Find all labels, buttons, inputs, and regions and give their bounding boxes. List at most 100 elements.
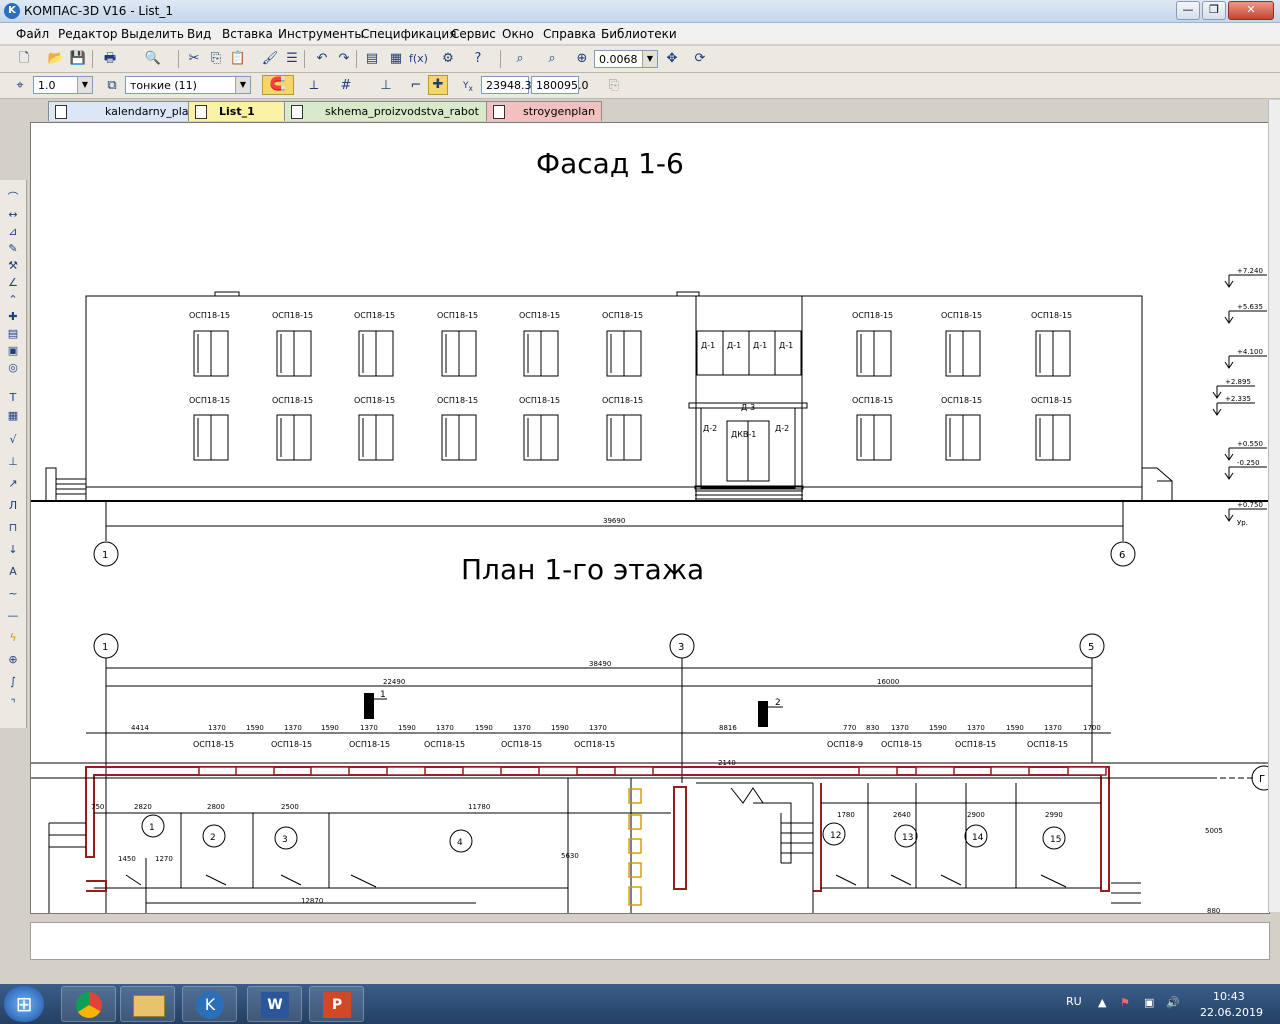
- start-button[interactable]: ⊞: [4, 986, 44, 1022]
- clock-time[interactable]: 10:43: [1213, 990, 1245, 1003]
- clock-date[interactable]: 22.06.2019: [1200, 1006, 1263, 1019]
- menu-help[interactable]: Справка: [543, 27, 596, 41]
- manager-icon[interactable]: ▤: [362, 49, 382, 69]
- step-field[interactable]: 1.0 ▼: [33, 76, 93, 94]
- volume-icon[interactable]: 🔊: [1166, 996, 1180, 1009]
- powerpoint-taskbar-button[interactable]: P: [309, 986, 364, 1022]
- dimensions-icon[interactable]: ↔: [5, 207, 21, 222]
- zoom-field[interactable]: 0.0068 ▼: [594, 50, 658, 68]
- lightning-icon[interactable]: ϟ: [5, 630, 21, 645]
- undo-icon[interactable]: ↶: [312, 49, 332, 69]
- kompas-icon: K: [196, 991, 224, 1019]
- local-cs-icon[interactable]: ⊥: [376, 76, 396, 96]
- maximize-button[interactable]: ❐: [1202, 1, 1226, 20]
- snap-magnet-icon[interactable]: 🧲: [262, 75, 294, 95]
- explorer-taskbar-button[interactable]: [120, 986, 175, 1022]
- menu-service[interactable]: Сервис: [451, 27, 496, 41]
- line-icon[interactable]: —: [5, 608, 21, 623]
- redo-icon[interactable]: ↷: [334, 49, 354, 69]
- corner-icon[interactable]: ⌝: [5, 696, 21, 711]
- tab-skhema[interactable]: skhema_proizvodstva_rabot: [284, 101, 490, 121]
- text-icon[interactable]: T: [5, 390, 21, 405]
- section-line-icon[interactable]: ⊓: [5, 520, 21, 535]
- center-mark-icon[interactable]: ⊕: [5, 652, 21, 667]
- menu-file[interactable]: Файл: [16, 27, 49, 41]
- menu-select[interactable]: Выделить: [121, 27, 184, 41]
- roughness-icon[interactable]: √: [5, 432, 21, 447]
- plan-dimensions: [86, 658, 1111, 913]
- tray-app-icon[interactable]: ▣: [1144, 996, 1154, 1009]
- tab-stroygenplan[interactable]: stroygenplan: [486, 101, 602, 121]
- zoom-window-icon[interactable]: ⌕: [542, 49, 562, 69]
- format-painter-icon[interactable]: 🖌: [260, 49, 280, 69]
- select-icon[interactable]: ⌃: [5, 292, 21, 307]
- close-button[interactable]: ✕: [1228, 1, 1274, 20]
- spline-icon[interactable]: ∫: [5, 674, 21, 689]
- zoom-in-icon[interactable]: ⊕: [572, 49, 592, 69]
- menu-spec[interactable]: Спецификация: [361, 27, 456, 41]
- cut-icon[interactable]: ✂: [184, 49, 204, 69]
- view-icon[interactable]: ◎: [5, 360, 21, 375]
- properties-icon[interactable]: ☰: [282, 49, 302, 69]
- help-pointer-icon[interactable]: ?: [468, 49, 488, 69]
- line-style-dropdown-icon[interactable]: ▼: [235, 77, 250, 93]
- base-icon[interactable]: ⊥: [5, 454, 21, 469]
- wave-line-icon[interactable]: ~: [5, 586, 21, 601]
- language-indicator[interactable]: RU: [1066, 995, 1082, 1008]
- menu-libraries[interactable]: Библиотеки: [601, 27, 677, 41]
- menu-editor[interactable]: Редактор: [58, 27, 117, 41]
- edit-icon[interactable]: ✎: [5, 241, 21, 256]
- spec-icon[interactable]: ✚: [5, 309, 21, 324]
- tray-arrow-icon[interactable]: ▲: [1098, 996, 1106, 1009]
- zoom-fit-icon[interactable]: ⌕: [510, 49, 530, 69]
- kompas-taskbar-button[interactable]: K: [182, 986, 237, 1022]
- drawing-canvas[interactable]: Фасад 1-6 ОСП18-15 ОСП18-15 ОСП18-15 ОСП18-…: [30, 122, 1270, 914]
- chrome-taskbar-button[interactable]: [61, 986, 116, 1022]
- menu-tools[interactable]: Инструменты: [278, 27, 364, 41]
- measure-icon[interactable]: ∠: [5, 275, 21, 290]
- coord-y-field[interactable]: 180095.0: [531, 76, 589, 94]
- round-icon[interactable]: ⌐: [406, 76, 426, 96]
- cursor-snap-icon[interactable]: ✚: [428, 75, 448, 95]
- layer-icon[interactable]: ⧉: [102, 76, 122, 96]
- arrow-view-icon[interactable]: ↓: [5, 542, 21, 557]
- menu-insert[interactable]: Вставка: [222, 27, 273, 41]
- designations-icon[interactable]: ⊿: [5, 224, 21, 239]
- minimize-button[interactable]: —: [1176, 1, 1200, 20]
- zoom-dropdown-icon[interactable]: ▼: [642, 51, 657, 67]
- network-error-icon[interactable]: ⚑: [1120, 996, 1130, 1009]
- variables-icon[interactable]: ▦: [386, 49, 406, 69]
- pan-icon[interactable]: ✥: [662, 49, 682, 69]
- geometry-icon[interactable]: ⌒: [5, 190, 21, 205]
- print-icon[interactable]: 🖶: [100, 49, 120, 69]
- refresh-icon[interactable]: ⟳: [690, 49, 710, 69]
- axis-icon[interactable]: A: [5, 564, 21, 579]
- position-icon[interactable]: Л: [5, 498, 21, 513]
- copy-icon[interactable]: ⎘: [206, 49, 226, 69]
- coord-x-field[interactable]: 23948.3: [481, 76, 532, 94]
- tab-kalendarny-plan[interactable]: kalendarny_plan: [48, 101, 204, 121]
- word-taskbar-button[interactable]: W: [247, 986, 302, 1022]
- reports-icon[interactable]: ▤: [5, 326, 21, 341]
- table-icon[interactable]: ▦: [5, 408, 21, 423]
- print-preview-icon[interactable]: 🔍: [143, 49, 163, 69]
- insert-fragment-icon[interactable]: ▣: [5, 343, 21, 358]
- leader-icon[interactable]: ↗: [5, 476, 21, 491]
- new-document-icon[interactable]: 🗋: [14, 49, 34, 69]
- grid-step-icon[interactable]: ⌖: [10, 76, 30, 96]
- menu-window[interactable]: Окно: [502, 27, 534, 41]
- libraries-icon[interactable]: ⚙: [438, 49, 458, 69]
- line-style-field[interactable]: тонкие (11) ▼: [125, 76, 251, 94]
- plan-window: [198, 766, 238, 776]
- formula-icon[interactable]: f(x): [408, 49, 428, 69]
- parametrization-icon[interactable]: ⚒: [5, 258, 21, 273]
- grid-icon[interactable]: #: [336, 76, 356, 96]
- vertical-scrollbar[interactable]: [1268, 100, 1280, 912]
- save-icon[interactable]: 💾: [68, 49, 88, 69]
- disabled-tool-icon[interactable]: ⎘: [604, 76, 624, 96]
- menu-view[interactable]: Вид: [187, 27, 211, 41]
- ortho-icon[interactable]: ⟂: [304, 76, 324, 96]
- paste-icon[interactable]: 📋: [228, 49, 248, 69]
- open-folder-icon[interactable]: 📂: [46, 49, 66, 69]
- step-dropdown-icon[interactable]: ▼: [77, 77, 92, 93]
